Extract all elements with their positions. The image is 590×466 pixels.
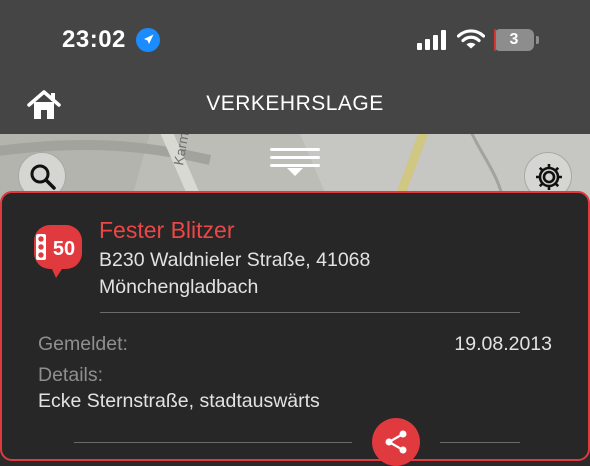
wifi-icon [457,29,485,49]
reported-date: 19.08.2013 [454,333,552,355]
gear-icon [536,164,562,190]
map-street-label: Karman [170,134,194,167]
address-line-2: Mönchengladbach [99,276,259,298]
incident-address: B230 Waldnieler Straße, 41068 Mönchengla… [99,247,459,301]
address-line-1: B230 Waldnieler Straße, 41068 [99,249,371,271]
cellular-signal-icon [417,30,446,50]
page-title: VERKEHRSLAGE [206,92,384,115]
incident-card[interactable]: 50 Fester Blitzer B230 Waldnieler Straße… [0,191,590,466]
share-icon [385,430,407,454]
share-button[interactable] [372,418,420,466]
footer-divider-right [440,442,520,443]
incident-title: Fester Blitzer [99,217,235,243]
speed-limit-label: 50 [53,238,75,260]
clock-time: 23:02 [62,26,126,53]
drawer-handle-icon[interactable] [268,146,322,178]
reported-label: Gemeldet: [38,333,128,355]
details-text: Ecke Sternstraße, stadtauswärts [38,390,320,412]
battery-nub [536,36,539,44]
status-bar: 23:02 3 [0,0,590,80]
speed-camera-50-icon: 50 [34,225,82,278]
location-arrow-icon [136,28,160,52]
battery-indicator: 3 [494,29,534,51]
details-label: Details: [38,364,104,386]
battery-level: 3 [509,31,519,48]
footer-divider-left [74,442,352,443]
nav-bar: VERKEHRSLAGE [0,80,590,134]
search-icon [30,164,56,190]
header-divider [100,312,520,313]
